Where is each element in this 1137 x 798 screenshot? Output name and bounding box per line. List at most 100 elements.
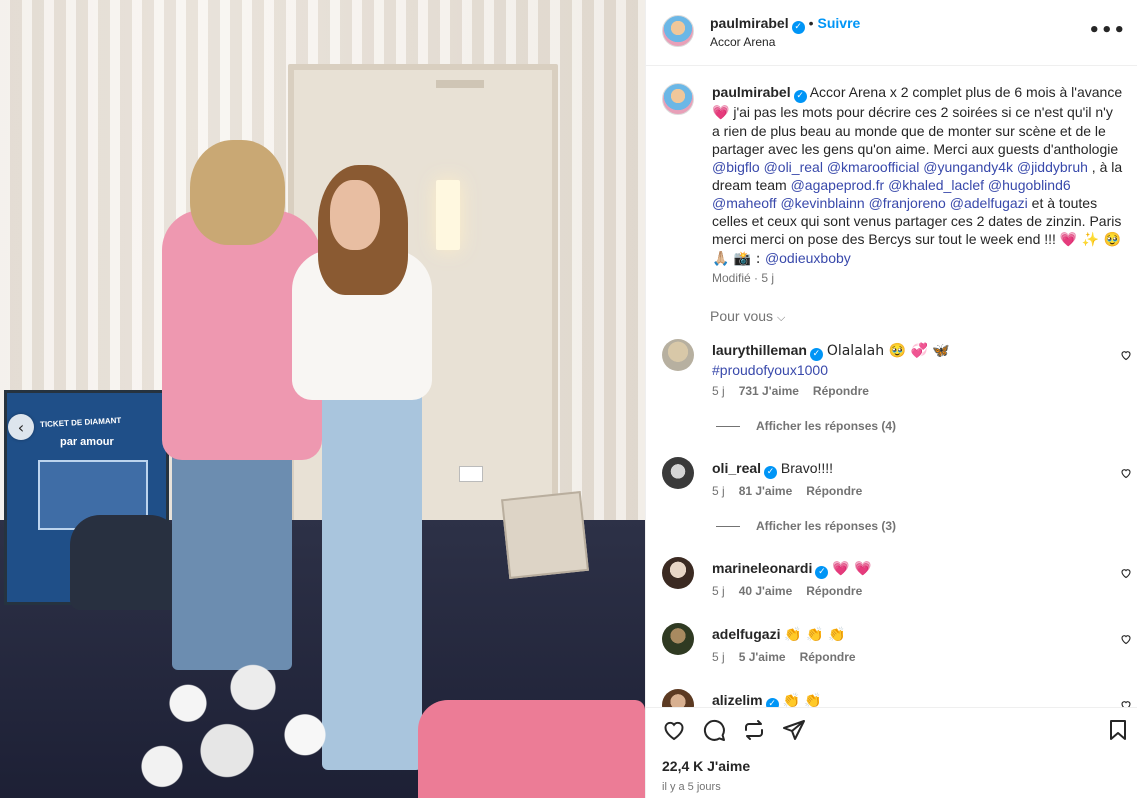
photo-flowers (110, 640, 370, 798)
mention-link[interactable]: @hugoblind6 (988, 177, 1071, 193)
comment-avatar[interactable] (662, 557, 694, 589)
comment-bubble-icon[interactable] (702, 718, 726, 742)
share-paper-plane-icon[interactable] (782, 718, 806, 742)
comment-likes[interactable]: 40 J'aime (739, 584, 793, 598)
chevron-left-icon: ‹ (17, 417, 25, 437)
comment-age: 5 j (712, 384, 725, 398)
reply-button[interactable]: Répondre (800, 650, 856, 664)
follow-button[interactable]: Suivre (818, 15, 861, 31)
mention-link[interactable]: @kevinblainn (780, 195, 864, 211)
like-comment-heart-icon[interactable] (1120, 467, 1132, 479)
comment-avatar[interactable] (662, 457, 694, 489)
caption-text-2: j'ai pas les mots pour décrire ces 2 soi… (712, 103, 1119, 157)
comment-likes[interactable]: 81 J'aime (739, 484, 793, 498)
comments-scroll-area[interactable]: paulmirabel ✓ Accor Arena x 2 complet plu… (646, 67, 1137, 707)
author-username[interactable]: paulmirabel (710, 15, 789, 31)
mention-link[interactable]: @kmaroofficial (827, 159, 920, 175)
comment-username[interactable]: oli_real (712, 460, 761, 476)
reply-button[interactable]: Répondre (806, 584, 862, 598)
comment-text: laurythilleman ✓ Olalalah 🥹 💞 🦋 #proudofy… (712, 341, 1102, 379)
like-heart-icon[interactable] (662, 718, 686, 742)
caption-avatar[interactable] (662, 83, 694, 115)
poster-text-2: par amour (60, 436, 114, 448)
comment-body: Olalalah 🥹 💞 🦋 (826, 343, 950, 359)
verified-badge-icon: ✓ (815, 565, 829, 579)
photo-box (501, 491, 589, 579)
repost-icon[interactable] (742, 718, 766, 742)
photo-door-handle (436, 80, 484, 88)
view-replies-button[interactable]: Afficher les réponses (3) (716, 519, 896, 533)
carousel-prev-button[interactable]: ‹ (8, 414, 34, 440)
author-avatar[interactable] (662, 15, 694, 47)
mention-link[interactable]: @jiddybruh (1017, 159, 1088, 175)
comment-meta: 5 j 731 J'aime Répondre (712, 384, 869, 398)
post-photo[interactable]: TICKET DE DIAMANT par amour ‹ (0, 0, 645, 798)
comment-username[interactable]: marineleonardi (712, 560, 812, 576)
comment-avatar[interactable] (662, 689, 694, 707)
view-replies-button[interactable]: Afficher les réponses (4) (716, 419, 896, 433)
caption-username[interactable]: paulmirabel (712, 84, 791, 100)
photo-jacket (70, 515, 180, 610)
for-you-dropdown[interactable]: Pour vous ⌵ (710, 308, 785, 325)
comment-body: 👏 👏 👏 (784, 627, 846, 643)
photo-outlet (459, 466, 483, 482)
comment-text: alizelim ✓ 👏 👏 (712, 691, 1102, 707)
mention-link[interactable]: @odieuxboby (765, 250, 851, 266)
comment-body: Bravo!!!! (780, 460, 834, 476)
verified-badge-icon: ✓ (791, 20, 805, 34)
photo-woman-face (330, 180, 380, 250)
author-line: paulmirabel ✓ • Suivre (710, 15, 860, 34)
like-comment-heart-icon[interactable] (1120, 699, 1132, 707)
verified-badge-icon: ✓ (793, 89, 807, 103)
mention-link[interactable]: @maheoff (712, 195, 777, 211)
comment-age: 5 j (712, 584, 725, 598)
mention-link[interactable]: @franjoreno (869, 195, 946, 211)
verified-badge-icon: ✓ (764, 465, 778, 479)
mention-link[interactable]: @khaled_laclef (888, 177, 984, 193)
like-comment-heart-icon[interactable] (1120, 567, 1132, 579)
comment-body: 💗 💗 (832, 561, 872, 577)
comment-text: oli_real ✓ Bravo!!!! (712, 459, 1102, 479)
verified-badge-icon: ✓ (809, 347, 823, 361)
comment-body: 👏 👏 (782, 693, 822, 707)
comment-avatar[interactable] (662, 339, 694, 371)
like-comment-heart-icon[interactable] (1120, 349, 1132, 361)
mention-link[interactable]: @oli_real (764, 159, 823, 175)
post-header: paulmirabel ✓ • Suivre Accor Arena ••• (646, 0, 1137, 66)
reply-button[interactable]: Répondre (806, 484, 862, 498)
comment-likes[interactable]: 731 J'aime (739, 384, 799, 398)
caption-meta: Modifié · 5 j (712, 271, 775, 285)
comment-username[interactable]: alizelim (712, 692, 763, 707)
comment-username[interactable]: laurythilleman (712, 342, 807, 358)
mention-link[interactable]: @yungandy4k (923, 159, 1013, 175)
post-caption: paulmirabel ✓ Accor Arena x 2 complet plu… (712, 83, 1124, 268)
post-sidebar: paulmirabel ✓ • Suivre Accor Arena ••• paul… (645, 0, 1137, 798)
post-location[interactable]: Accor Arena (710, 35, 775, 49)
comment-meta: 5 j 5 J'aime Répondre (712, 650, 856, 664)
mention-link[interactable]: @agapeprod.fr (791, 177, 885, 193)
more-options-button[interactable]: ••• (1088, 20, 1126, 41)
comment-likes[interactable]: 5 J'aime (739, 650, 786, 664)
posted-time: il y a 5 jours (662, 781, 721, 793)
comment-meta: 5 j 40 J'aime Répondre (712, 584, 862, 598)
comment-text: adelfugazi 👏 👏 👏 (712, 625, 1102, 644)
reply-button[interactable]: Répondre (813, 384, 869, 398)
photo-man-legs (172, 450, 292, 670)
comment-avatar[interactable] (662, 623, 694, 655)
photo-man-head (190, 140, 285, 245)
chevron-down-icon: ⌵ (776, 311, 786, 324)
comment-username[interactable]: adelfugazi (712, 626, 780, 642)
mention-link[interactable]: @bigflo (712, 159, 760, 175)
comment-meta: 5 j 81 J'aime Répondre (712, 484, 862, 498)
hashtag-link[interactable]: #proudofyoux1000 (712, 362, 828, 378)
mention-link[interactable]: @adelfugazi (950, 195, 1028, 211)
caption-text-1: Accor Arena x 2 complet plus de 6 mois à… (809, 84, 1123, 100)
like-comment-heart-icon[interactable] (1120, 633, 1132, 645)
photo-pink-bag (418, 700, 645, 798)
separator-dot: • (808, 15, 814, 31)
comment-text: marineleonardi ✓ 💗 💗 (712, 559, 1102, 579)
for-you-label: Pour vous (710, 308, 774, 324)
comment-age: 5 j (712, 484, 725, 498)
likes-count[interactable]: 22,4 K J'aime (662, 758, 750, 774)
save-bookmark-icon[interactable] (1106, 718, 1130, 742)
